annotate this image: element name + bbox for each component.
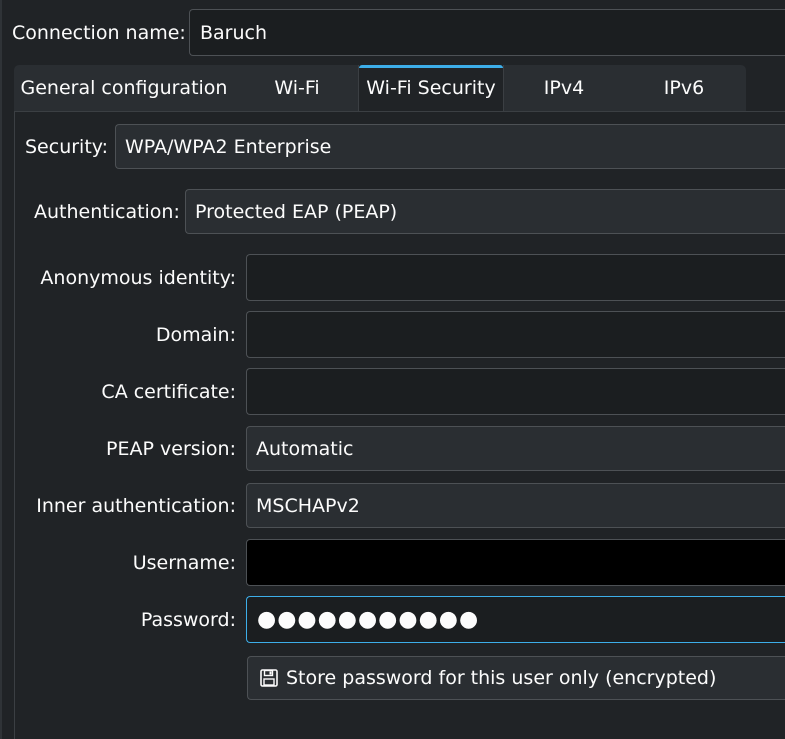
window-edge [0,0,2,739]
security-select[interactable]: WPA/WPA2 Enterprise [115,124,785,169]
authentication-label: Authentication: [34,201,180,223]
connection-name-value: Baruch [200,21,268,44]
inner-authentication-select[interactable]: MSCHAPv2 [246,483,785,528]
tab-general-configuration[interactable]: General configuration [14,65,234,111]
tab-ipv4[interactable]: IPv4 [504,65,624,111]
authentication-select-value: Protected EAP (PEAP) [195,200,398,223]
ca-certificate-label: CA certificate: [101,381,236,403]
tab-wifi-security[interactable]: Wi-Fi Security [358,65,504,111]
tab-bar: General configuration Wi-Fi Wi-Fi Securi… [14,65,746,111]
password-value: ●●●●●●●●●●● [257,607,480,632]
inner-authentication-label: Inner authentication: [36,495,236,517]
inner-authentication-value: MSCHAPv2 [256,494,360,517]
peap-version-select[interactable]: Automatic [246,426,785,471]
password-input[interactable]: ●●●●●●●●●●● [246,596,785,643]
connection-name-input[interactable]: Baruch [189,9,785,56]
ca-certificate-input[interactable] [246,368,785,415]
tab-ipv6[interactable]: IPv6 [624,65,744,111]
password-label: Password: [140,609,236,631]
tab-wifi-security-label: Wi-Fi Security [366,77,496,99]
tab-general-configuration-label: General configuration [20,77,228,99]
tab-ipv4-label: IPv4 [543,77,585,99]
save-icon [260,669,278,687]
domain-input[interactable] [246,311,785,358]
anonymous-identity-label: Anonymous identity: [40,267,236,289]
username-label: Username: [132,552,236,574]
connection-editor: Connection name: Baruch General configur… [0,0,785,739]
security-label: Security: [25,136,109,158]
username-input[interactable] [246,539,785,586]
store-password-button[interactable]: Store password for this user only (encry… [247,656,785,700]
store-password-label: Store password for this user only (encry… [286,667,717,689]
anonymous-identity-input[interactable] [246,254,785,301]
peap-version-label: PEAP version: [106,438,236,460]
tab-ipv6-label: IPv6 [663,77,705,99]
tab-wifi-label: Wi-Fi [274,77,320,99]
authentication-select[interactable]: Protected EAP (PEAP) [185,189,785,234]
connection-name-label: Connection name: [12,22,186,44]
tab-wifi[interactable]: Wi-Fi [236,65,358,111]
security-select-value: WPA/WPA2 Enterprise [125,135,332,158]
domain-label: Domain: [155,324,236,346]
peap-version-value: Automatic [256,437,354,460]
